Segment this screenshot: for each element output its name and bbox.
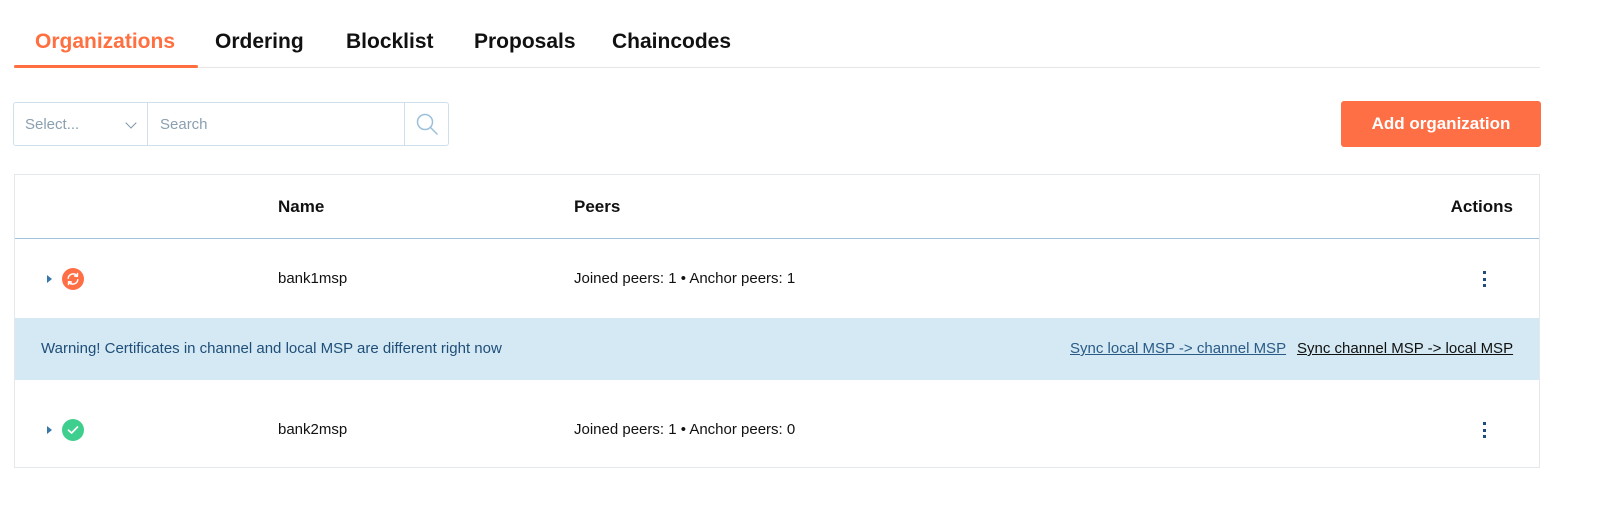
- table-header: Name Peers Actions: [15, 175, 1539, 239]
- chevron-down-icon: [125, 117, 137, 129]
- org-name: bank1msp: [278, 270, 348, 287]
- status-badge: [62, 419, 84, 441]
- search-icon: [416, 113, 438, 135]
- org-peers: Joined peers: 1 • Anchor peers: 0: [574, 421, 796, 438]
- column-header-name: Name: [278, 197, 325, 216]
- tab-ordering[interactable]: Ordering: [215, 30, 304, 54]
- table-row: bank2msp Joined peers: 1 • Anchor peers:…: [15, 380, 1539, 468]
- tab-blocklist[interactable]: Blocklist: [346, 30, 434, 54]
- tab-chaincodes[interactable]: Chaincodes: [612, 30, 731, 54]
- add-organization-button[interactable]: Add organization: [1341, 101, 1541, 147]
- expand-row-icon[interactable]: [47, 426, 52, 434]
- filter-select[interactable]: Select...: [14, 103, 148, 145]
- sync-channel-to-local-link[interactable]: Sync channel MSP -> local MSP: [1297, 340, 1513, 357]
- sync-local-to-channel-link[interactable]: Sync local MSP -> channel MSP: [1070, 340, 1286, 357]
- msp-warning-banner: Warning! Certificates in channel and loc…: [15, 318, 1539, 380]
- search-input[interactable]: [148, 103, 404, 145]
- column-header-actions: Actions: [1450, 197, 1513, 216]
- warning-text: Warning! Certificates in channel and loc…: [41, 340, 502, 357]
- check-icon: [67, 426, 79, 434]
- tab-organizations[interactable]: Organizations: [35, 30, 175, 54]
- table-row: bank1msp Joined peers: 1 • Anchor peers:…: [15, 239, 1539, 318]
- expand-row-icon[interactable]: [47, 275, 52, 283]
- more-actions-icon[interactable]: [1479, 422, 1489, 438]
- organizations-table: Name Peers Actions bank1msp Joined peers…: [14, 174, 1540, 468]
- select-placeholder: Select...: [25, 116, 80, 133]
- status-badge: [62, 268, 84, 290]
- refresh-icon: [67, 272, 79, 286]
- org-peers: Joined peers: 1 • Anchor peers: 1: [574, 270, 796, 287]
- tab-proposals[interactable]: Proposals: [474, 30, 576, 54]
- filter-bar: Select...: [13, 102, 449, 146]
- active-tab-indicator: [14, 65, 198, 68]
- more-actions-icon[interactable]: [1479, 271, 1489, 287]
- search-button[interactable]: [404, 103, 448, 145]
- tab-bar: Organizations Ordering Blocklist Proposa…: [14, 22, 1540, 68]
- column-header-peers: Peers: [574, 197, 621, 216]
- org-name: bank2msp: [278, 421, 348, 438]
